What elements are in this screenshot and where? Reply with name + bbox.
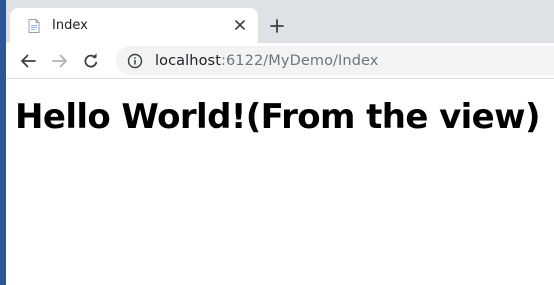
page-icon	[26, 18, 42, 34]
url-path: :6122/MyDemo/Index	[221, 52, 379, 69]
back-arrow-icon[interactable]	[16, 49, 40, 73]
toolbar: localhost:6122/MyDemo/Index	[6, 43, 554, 79]
tab-strip: Index	[6, 0, 554, 43]
page-heading: Hello World!(From the view)	[15, 97, 541, 137]
tab-index[interactable]: Index	[10, 8, 258, 43]
url-text[interactable]: localhost:6122/MyDemo/Index	[155, 53, 378, 69]
reload-icon[interactable]	[79, 49, 103, 73]
plus-icon[interactable]	[265, 14, 289, 38]
page-content: Hello World!(From the view)	[6, 79, 554, 285]
tab-title: Index	[52, 18, 88, 33]
close-icon[interactable]	[232, 17, 248, 33]
url-host: localhost	[155, 52, 221, 69]
forward-arrow-icon[interactable]	[48, 49, 72, 73]
browser-window: Index localhost:6122/MyDemo/Index Hello …	[6, 0, 554, 285]
info-icon[interactable]	[127, 53, 143, 69]
address-bar[interactable]: localhost:6122/MyDemo/Index	[116, 46, 554, 75]
